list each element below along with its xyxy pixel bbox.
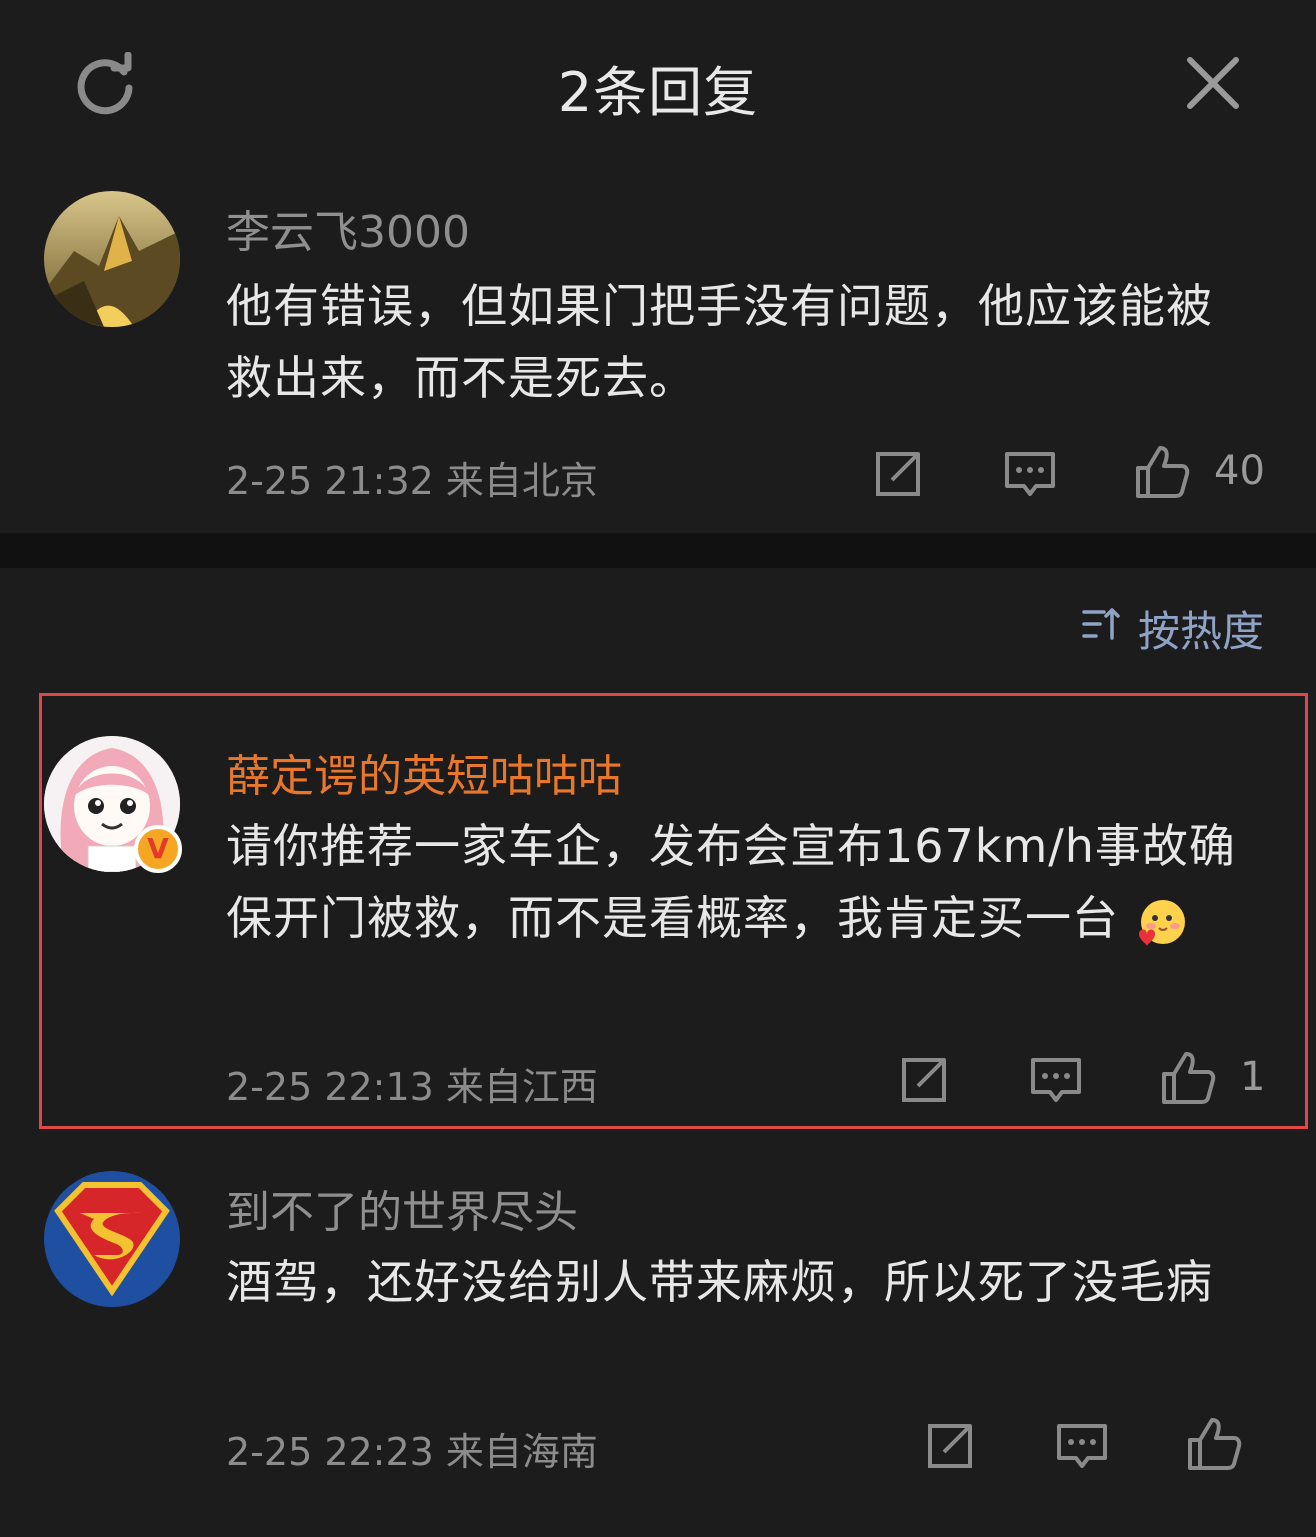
comment-text-body: 请你推荐一家车企，发布会宣布167km/h事故确保开门被救，而不是看概率，我肯定… [226, 819, 1236, 945]
comment-text: 酒驾，还好没给别人带来麻烦，所以死了没毛病 [226, 1255, 1213, 1309]
comment-meta: 2-25 22:13 来自江西 [226, 1065, 598, 1109]
username[interactable]: 薛定谔的英短咕咕咕 [226, 740, 622, 804]
share-icon[interactable] [896, 1052, 952, 1108]
like-icon[interactable] [1134, 444, 1190, 500]
like-count: 40 [1214, 448, 1265, 494]
like-icon[interactable] [1186, 1416, 1242, 1472]
header-bar: 2条回复 [0, 0, 1316, 165]
sort-icon [1082, 604, 1122, 654]
shy-blush-emoji [1135, 896, 1187, 948]
sort-button[interactable]: 按热度 [1082, 598, 1264, 659]
section-divider [0, 533, 1316, 568]
comment-meta: 2-25 22:23 来自海南 [226, 1430, 598, 1474]
comment-meta: 2-25 21:32 来自北京 [226, 459, 598, 503]
comment-icon[interactable] [1028, 1052, 1084, 1108]
comment-icon[interactable] [1054, 1418, 1110, 1474]
like-icon[interactable] [1160, 1050, 1216, 1106]
share-icon[interactable] [922, 1418, 978, 1474]
comment-icon[interactable] [1002, 446, 1058, 502]
username[interactable]: 到不了的世界尽头 [226, 1176, 578, 1240]
like-count: 1 [1240, 1054, 1266, 1100]
comment-text: 他有错误，但如果门把手没有问题，他应该能被救出来，而不是死去。 [226, 279, 1213, 405]
comment-text: 请你推荐一家车企，发布会宣布167km/h事故确保开门被救，而不是看概率，我肯定… [226, 810, 1236, 954]
avatar[interactable] [44, 191, 180, 327]
verified-badge: V [134, 825, 182, 873]
close-icon[interactable] [1182, 52, 1244, 114]
avatar[interactable] [44, 1171, 180, 1307]
sort-label: 按热度 [1137, 607, 1264, 656]
username[interactable]: 李云飞3000 [226, 196, 470, 260]
page-title: 2条回复 [557, 61, 759, 124]
share-icon[interactable] [870, 446, 926, 502]
